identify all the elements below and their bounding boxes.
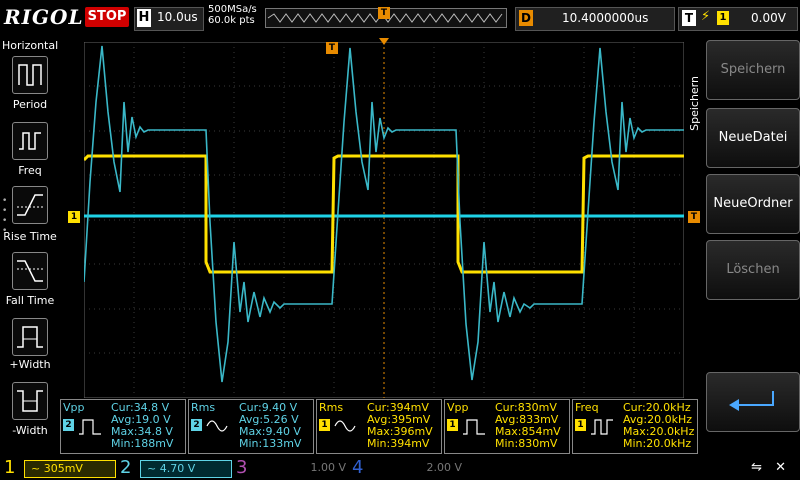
measurement-channel: 1 — [575, 419, 586, 431]
rms-icon — [206, 420, 228, 432]
trigger-channel: 1 — [717, 11, 729, 25]
enter-icon — [729, 391, 774, 411]
stat-min: Min:394mV — [367, 437, 430, 450]
channel-4-status[interactable]: 4 2.00 V — [348, 457, 462, 479]
brand-logo: RIGOL — [4, 5, 84, 29]
frequency-icon — [591, 419, 613, 435]
trigger-letter: T — [682, 10, 696, 26]
waveform-canvas — [82, 41, 685, 399]
timebase-box[interactable]: H 10.0us — [134, 7, 204, 31]
run-stop-indicator[interactable]: STOP — [85, 7, 129, 27]
save-menu-title: Speichern — [688, 76, 701, 131]
measurement-channel: 2 — [191, 419, 202, 431]
trigger-box[interactable]: T ⚡ 1 0.00V — [678, 7, 798, 31]
negative-width-icon — [17, 390, 43, 412]
rise-time-button[interactable] — [12, 186, 48, 224]
new-file-button[interactable]: NeueDatei — [706, 108, 800, 168]
delay-letter: D — [519, 10, 533, 26]
rms-icon — [334, 420, 356, 432]
timebase-letter: H — [137, 9, 151, 27]
waveform-display[interactable] — [82, 41, 685, 399]
stat-min: Min:830mV — [495, 437, 558, 450]
trigger-level: 0.00V — [751, 11, 786, 25]
positive-width-button[interactable] — [12, 318, 48, 356]
vpp-icon — [463, 419, 485, 435]
memory-depth: 60.0k pts — [208, 15, 255, 26]
rise-time-label: Rise Time — [3, 230, 57, 243]
channel-3-status[interactable]: 3 1.00 V — [232, 457, 346, 479]
negative-width-label: -Width — [12, 424, 48, 437]
measurement-vpp-ch1[interactable]: Vpp 1 Cur:830mV Avg:833mV Max:854mV Min:830… — [444, 399, 570, 454]
top-status-bar: RIGOL STOP H 10.0us 500MSa/s 60.0k pts T… — [0, 0, 800, 36]
acquisition-info: 500MSa/s 60.0k pts — [208, 4, 257, 26]
period-button[interactable] — [12, 56, 48, 94]
delete-button[interactable]: Löschen — [706, 240, 800, 300]
measurement-name: Vpp — [447, 401, 469, 414]
channel-scale: 2.00 V — [426, 461, 462, 474]
measurement-channel: 1 — [319, 419, 330, 431]
measurement-name: Rms — [319, 401, 344, 414]
trigger-position-marker[interactable]: T — [326, 42, 338, 54]
measurement-stats: Cur:830mV Avg:833mV Max:854mV Min:830mV — [495, 402, 561, 450]
new-folder-button[interactable]: NeueOrdner — [706, 174, 800, 234]
fall-time-icon — [17, 260, 43, 282]
measurement-rms-ch1[interactable]: Rms 1 Cur:394mV Avg:395mV Max:396mV Min:394… — [316, 399, 442, 454]
channel-number: 1 — [4, 457, 16, 478]
measurement-name: Freq — [575, 401, 599, 414]
frequency-button[interactable] — [12, 122, 48, 160]
frequency-label: Freq — [18, 164, 42, 177]
negative-width-button[interactable] — [12, 382, 48, 420]
measurement-channel: 1 — [447, 419, 458, 431]
sample-rate: 500MSa/s — [208, 4, 257, 15]
delay-box[interactable]: D 10.4000000us — [515, 7, 675, 31]
period-icon — [18, 64, 42, 86]
ch1-offset-marker[interactable]: 1 — [68, 211, 80, 223]
timebase-value: 10.0us — [157, 10, 198, 24]
channel-number: 4 — [352, 457, 364, 478]
enter-button[interactable] — [706, 372, 800, 432]
channel-scale: ~ 305mV — [24, 460, 116, 478]
stat-min: Min:20.0kHz — [623, 437, 692, 450]
measurement-name: Vpp — [63, 401, 85, 414]
frequency-icon — [19, 132, 41, 150]
channel-1-status[interactable]: 1 ~ 305mV — [0, 457, 116, 479]
channel-status-bar: 1 ~ 305mV 2 ~ 4.70 V 3 1.00 V 4 2.00 V ⇋… — [0, 456, 800, 480]
speichern-button[interactable]: Speichern — [706, 40, 800, 100]
channel-number: 3 — [236, 457, 248, 478]
measurement-stats: Cur:20.0kHz Avg:20.0kHz Max:20.0kHz Min:20.… — [623, 402, 694, 450]
channel-2-status[interactable]: 2 ~ 4.70 V — [116, 457, 232, 479]
fall-time-button[interactable] — [12, 252, 48, 290]
fall-time-label: Fall Time — [5, 294, 55, 307]
measurement-stats: Cur:9.40 V Avg:5.26 V Max:9.40 V Min:133mV — [239, 402, 301, 450]
measurement-freq-ch1[interactable]: Freq 1 Cur:20.0kHz Avg:20.0kHz Max:20.0kHz… — [572, 399, 698, 454]
horizontal-measure-menu: Horizontal Period Freq • • • • Rise Time Fa… — [0, 36, 60, 456]
rise-time-icon — [17, 194, 43, 216]
save-menu: Speichern Speichern NeueDatei NeueOrdner… — [688, 36, 800, 456]
positive-width-label: +Width — [9, 358, 51, 371]
channel-number: 2 — [120, 457, 132, 478]
measurement-stats: Cur:394mV Avg:395mV Max:396mV Min:394mV — [367, 402, 433, 450]
stat-min: Min:188mV — [111, 437, 174, 450]
delay-value: 10.4000000us — [562, 11, 649, 25]
positive-width-icon — [17, 326, 43, 348]
usb-icon: ⇋ — [751, 460, 762, 475]
period-label: Period — [12, 98, 48, 111]
memory-trigger-marker: T — [378, 7, 390, 19]
measurement-stats: Cur:34.8 V Avg:19.0 V Max:34.8 V Min:188mV — [111, 402, 173, 450]
measurement-name: Rms — [191, 401, 216, 414]
channel-scale: 1.00 V — [310, 461, 346, 474]
memory-overview: T — [265, 7, 507, 28]
measurement-channel: 2 — [63, 419, 74, 431]
stat-min: Min:133mV — [239, 437, 302, 450]
menu-title: Horizontal — [2, 39, 59, 52]
measurement-rms-ch2[interactable]: Rms 2 Cur:9.40 V Avg:5.26 V Max:9.40 V Min:… — [188, 399, 314, 454]
speaker-muted-icon[interactable]: ✕ — [775, 460, 786, 475]
channel-scale: ~ 4.70 V — [140, 460, 232, 478]
trigger-edge-icon: ⚡ — [701, 9, 711, 24]
vpp-icon — [79, 419, 101, 435]
measurement-vpp-ch2[interactable]: Vpp 2 Cur:34.8 V Avg:19.0 V Max:34.8 V Min:… — [60, 399, 186, 454]
trigger-delay-arrow-icon — [379, 38, 389, 45]
